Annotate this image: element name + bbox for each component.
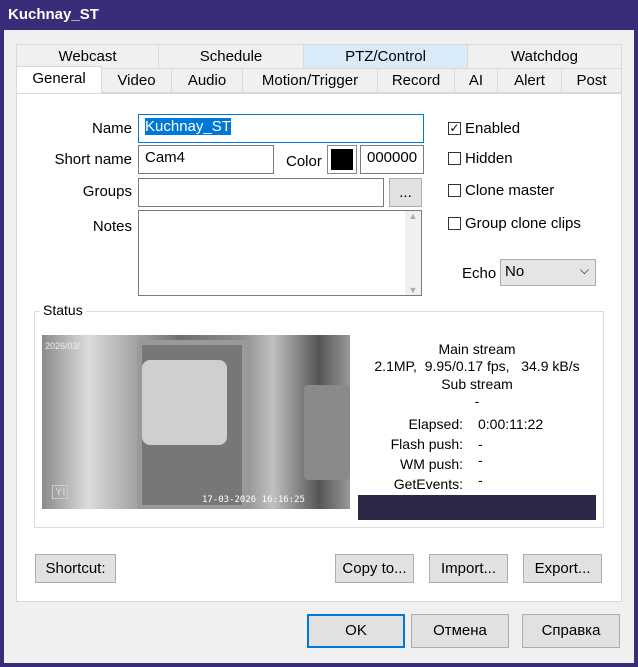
status-title: Status — [40, 302, 86, 318]
wm-push-label: WM push: — [399, 456, 463, 472]
short-name-input[interactable]: Cam4 — [138, 145, 274, 174]
tab-post[interactable]: Post — [561, 68, 622, 93]
ok-button[interactable]: OK — [307, 614, 405, 648]
copy-to-button[interactable]: Copy to... — [335, 554, 414, 583]
echo-select[interactable]: No ⌵ — [500, 259, 596, 286]
scroll-down-icon: ▼ — [408, 285, 418, 295]
status-bar — [358, 495, 596, 520]
check-icon: ✓ — [448, 121, 461, 135]
camera-preview: 2026/03/ YI 17-03-2026 16:16:25 — [42, 335, 350, 509]
hidden-checkbox[interactable]: Hidden — [448, 150, 513, 167]
groups-label: Groups — [82, 183, 132, 200]
short-name-label: Short name — [54, 151, 132, 168]
checkbox-box — [448, 152, 461, 165]
tab-audio[interactable]: Audio — [171, 68, 243, 93]
echo-label: Echo — [462, 265, 497, 282]
tab-schedule[interactable]: Schedule — [158, 44, 304, 69]
tab-video[interactable]: Video — [101, 68, 172, 93]
shortcut-button[interactable]: Shortcut: — [35, 554, 116, 583]
checkbox-box — [448, 184, 461, 197]
cancel-button[interactable]: Отмена — [411, 614, 509, 648]
sub-stream-label: Sub stream — [441, 376, 513, 392]
groups-browse-button[interactable]: ... — [389, 178, 422, 207]
clone-master-checkbox[interactable]: Clone master — [448, 182, 554, 199]
wm-push-value: - — [478, 452, 483, 468]
flash-push-value: - — [478, 436, 483, 452]
tab-general[interactable]: General — [16, 66, 102, 93]
getevents-label: GetEvents: — [393, 476, 463, 492]
group-clone-checkbox[interactable]: Group clone clips — [448, 215, 581, 232]
notes-label: Notes — [92, 218, 132, 235]
color-swatch — [331, 149, 353, 170]
scroll-up-icon: ▲ — [408, 211, 418, 221]
preview-timestamp: 17-03-2026 16:16:25 — [202, 495, 305, 505]
tab-motion-trigger[interactable]: Motion/Trigger — [242, 68, 378, 93]
name-input[interactable]: Kuchnay_ST — [138, 114, 424, 143]
sub-stream-info: - — [474, 393, 480, 409]
tab-record[interactable]: Record — [377, 68, 455, 93]
tab-alert[interactable]: Alert — [497, 68, 562, 93]
export-button[interactable]: Export... — [523, 554, 602, 583]
flash-push-label: Flash push: — [390, 436, 463, 452]
echo-value: No — [505, 263, 525, 280]
name-label: Name — [91, 120, 132, 137]
chevron-down-icon: ⌵ — [579, 263, 589, 277]
elapsed-value: 0:00:11:22 — [478, 416, 544, 432]
tab-watchdog[interactable]: Watchdog — [467, 44, 622, 69]
color-label: Color — [286, 153, 322, 170]
enabled-label: Enabled — [465, 120, 521, 137]
main-stream-label: Main stream — [438, 341, 516, 357]
color-swatch-button[interactable] — [327, 145, 357, 174]
notes-textarea[interactable]: ▲ ▼ — [138, 210, 422, 296]
tab-ai[interactable]: AI — [454, 68, 498, 93]
tab-ptz-control[interactable]: PTZ/Control — [303, 44, 468, 69]
yi-logo: YI — [52, 485, 69, 499]
help-button[interactable]: Справка — [522, 614, 620, 648]
notes-scrollbar[interactable]: ▲ ▼ — [405, 211, 421, 295]
clothes-shape — [142, 360, 227, 445]
group-clone-label: Group clone clips — [465, 215, 581, 232]
plant-pot-shape — [304, 385, 350, 480]
checkbox-box — [448, 217, 461, 230]
groups-input[interactable] — [138, 178, 384, 207]
getevents-value: - — [478, 472, 483, 488]
import-button[interactable]: Import... — [429, 554, 508, 583]
window-title: Kuchnay_ST — [8, 6, 99, 23]
main-stream-info: 2.1MP, 9.95/0.17 fps, 34.9 kB/s — [374, 358, 580, 374]
preview-date: 2026/03/ — [45, 341, 81, 351]
color-hex-input[interactable]: 000000 — [360, 145, 424, 174]
enabled-checkbox[interactable]: ✓ Enabled — [448, 120, 520, 137]
name-value: Kuchnay_ST — [145, 118, 231, 135]
hidden-label: Hidden — [465, 150, 513, 167]
clone-master-label: Clone master — [465, 182, 555, 199]
elapsed-label: Elapsed: — [408, 416, 463, 432]
